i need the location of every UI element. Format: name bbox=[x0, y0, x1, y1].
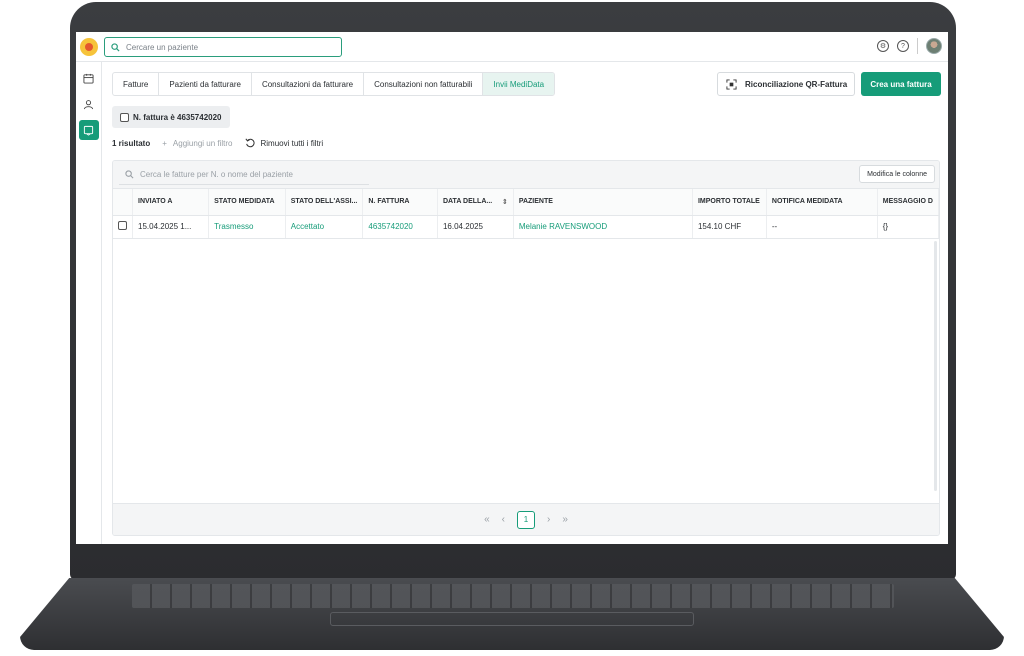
current-page[interactable]: 1 bbox=[517, 510, 535, 529]
sidebar bbox=[76, 62, 102, 544]
reset-icon bbox=[244, 138, 255, 148]
last-page-button[interactable]: » bbox=[562, 514, 568, 525]
edit-columns-button[interactable]: Modifica le colonne bbox=[859, 165, 935, 183]
header-invoice-number[interactable]: N. FATTURA bbox=[362, 189, 438, 216]
prev-page-button[interactable]: ‹ bbox=[502, 514, 505, 525]
header-sent-to[interactable]: INVIATO A bbox=[132, 189, 210, 216]
table-toolbar: Modifica le colonne bbox=[113, 161, 939, 189]
add-filter-label: Aggiungi un filtro bbox=[172, 138, 233, 148]
patient-search bbox=[104, 37, 342, 57]
table-header-row: INVIATO A STATO MEDIDATA STATO DELL'ASSI… bbox=[113, 189, 939, 216]
help-icon[interactable]: ? bbox=[897, 40, 909, 52]
cell-patient[interactable]: Melanie RAVENSWOOD bbox=[513, 215, 693, 239]
header-medidata-status[interactable]: STATO MEDIDATA bbox=[208, 189, 286, 216]
cell-date: 16.04.2025 bbox=[437, 215, 514, 239]
invoice-table-panel: Modifica le colonne INVIATO A STATO MEDI… bbox=[112, 160, 940, 536]
cell-sent-to: 15.04.2025 1... bbox=[132, 215, 210, 239]
cell-insurer-status: Accettato bbox=[285, 215, 364, 239]
search-icon bbox=[111, 42, 120, 52]
tab-invii-medidata[interactable]: Invii MediData bbox=[483, 73, 555, 95]
laptop-keyboard bbox=[132, 584, 894, 608]
filter-row: 1 risultato + Aggiungi un filtro Rimuovi… bbox=[112, 138, 323, 148]
pagination: « ‹ 1 › » bbox=[113, 503, 939, 535]
qr-scan-icon bbox=[726, 78, 737, 90]
table-search bbox=[119, 165, 369, 185]
tab-consultazioni-non-fatturabili[interactable]: Consultazioni non fatturabili bbox=[364, 73, 484, 95]
header-message[interactable]: MESSAGGIO D bbox=[877, 189, 939, 216]
billing-tabs: Fatture Pazienti da fatturare Consultazi… bbox=[112, 72, 556, 96]
header-date[interactable]: DATA DELLA... ⇕ bbox=[437, 189, 514, 216]
filter-chip-label: N. fattura è 4635742020 bbox=[133, 112, 222, 122]
remove-filters-button[interactable]: Rimuovi tutti i filtri bbox=[244, 138, 324, 148]
search-icon bbox=[125, 170, 134, 179]
header-date-label: DATA DELLA... bbox=[442, 197, 493, 205]
cell-message: {} bbox=[877, 215, 939, 239]
filter-chip[interactable]: N. fattura è 4635742020 bbox=[112, 106, 230, 128]
cell-medidata-status: Trasmesso bbox=[208, 215, 286, 239]
app-screen: ⚙ ? Fatture Pazienti da fatturare Consul… bbox=[76, 32, 948, 544]
first-page-button[interactable]: « bbox=[484, 514, 490, 525]
tab-pazienti-da-fatturare[interactable]: Pazienti da fatturare bbox=[159, 73, 252, 95]
next-page-button[interactable]: › bbox=[547, 514, 550, 525]
user-icon bbox=[83, 99, 94, 109]
laptop-trackpad bbox=[330, 612, 694, 626]
sidebar-item-billing[interactable] bbox=[78, 120, 99, 140]
row-checkbox[interactable] bbox=[118, 221, 127, 230]
result-count: 1 risultato bbox=[112, 138, 151, 148]
settings-gear-icon[interactable]: ⚙ bbox=[877, 40, 889, 52]
tab-consultazioni-da-fatturare[interactable]: Consultazioni da fatturare bbox=[252, 73, 365, 95]
row-select[interactable] bbox=[113, 215, 133, 239]
cell-notification: -- bbox=[766, 215, 878, 239]
user-avatar[interactable] bbox=[926, 38, 942, 54]
sidebar-item-calendar[interactable] bbox=[79, 68, 99, 88]
top-icons: ⚙ ? bbox=[877, 38, 942, 54]
patient-search-input[interactable] bbox=[126, 42, 326, 52]
qr-reconciliation-label: Riconciliazione QR-Fattura bbox=[745, 79, 848, 89]
cell-total: 154.10 CHF bbox=[692, 215, 767, 239]
calendar-icon bbox=[83, 73, 94, 84]
sort-icon[interactable]: ⇕ bbox=[502, 198, 508, 206]
header-patient[interactable]: PAZIENTE bbox=[513, 189, 693, 216]
header-total[interactable]: IMPORTO TOTALE bbox=[692, 189, 767, 216]
qr-reconciliation-button[interactable]: Riconciliazione QR-Fattura bbox=[717, 72, 855, 96]
invoice-icon bbox=[83, 125, 94, 136]
table-row[interactable]: 15.04.2025 1... Trasmesso Accettato 4635… bbox=[113, 215, 939, 239]
header-select bbox=[113, 189, 133, 216]
top-bar: ⚙ ? bbox=[76, 32, 948, 62]
divider bbox=[917, 38, 918, 54]
main-content: Fatture Pazienti da fatturare Consultazi… bbox=[112, 72, 941, 538]
table-search-input[interactable] bbox=[140, 170, 360, 179]
header-insurer-status[interactable]: STATO DELL'ASSI... bbox=[285, 189, 364, 216]
invoice-table: INVIATO A STATO MEDIDATA STATO DELL'ASSI… bbox=[113, 189, 939, 239]
create-invoice-button[interactable]: Crea una fattura bbox=[861, 72, 941, 96]
cell-invoice-number[interactable]: 4635742020 bbox=[362, 215, 438, 239]
plus-icon: + bbox=[162, 138, 167, 148]
app-logo[interactable] bbox=[80, 38, 98, 56]
header-notification[interactable]: NOTIFICA MEDIDATA bbox=[766, 189, 878, 216]
tab-fatture[interactable]: Fatture bbox=[113, 73, 160, 95]
filter-chip-checkbox-icon bbox=[120, 112, 129, 122]
sidebar-item-patients[interactable] bbox=[79, 94, 99, 114]
add-filter-button[interactable]: + Aggiungi un filtro bbox=[162, 139, 232, 148]
remove-filters-label: Rimuovi tutti i filtri bbox=[260, 138, 324, 148]
table-scrollbar[interactable] bbox=[934, 241, 937, 491]
